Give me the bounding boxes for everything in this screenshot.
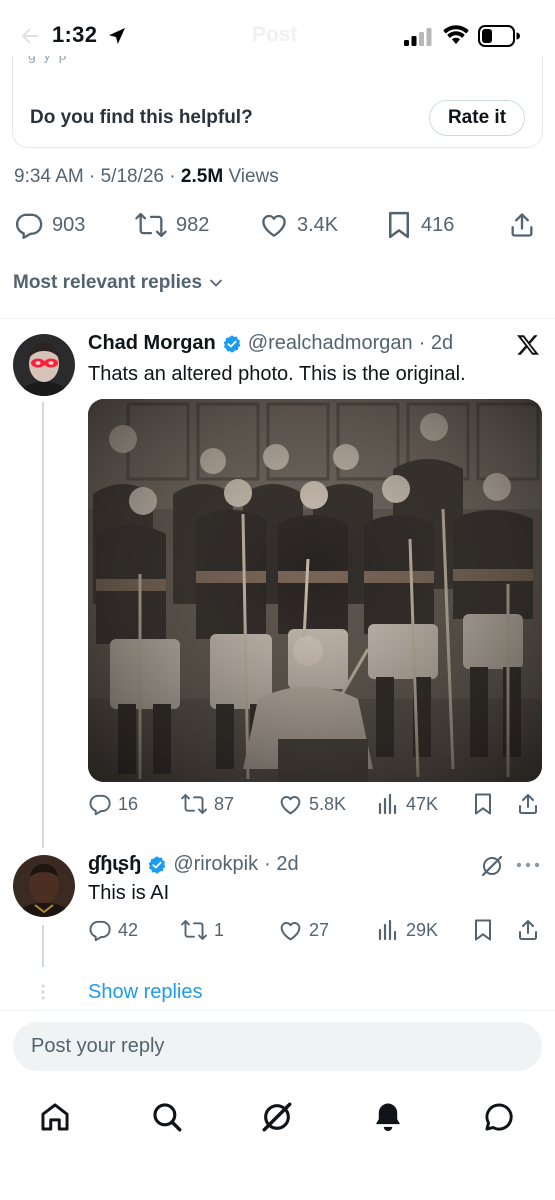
- post-like-count: 3.4K: [297, 213, 339, 236]
- repost-icon: [134, 210, 168, 240]
- reply-icon: [88, 918, 112, 942]
- post-reply-count: 903: [52, 213, 86, 236]
- reply-icon: [14, 210, 44, 240]
- post-date: 5/18/26: [100, 166, 165, 187]
- reply-icon: [88, 792, 112, 816]
- author-handle[interactable]: @realchadmorgan: [248, 332, 413, 355]
- repost-icon: [180, 792, 208, 816]
- post-time: 9:34 AM: [14, 166, 84, 187]
- verified-badge-icon: [147, 855, 167, 875]
- reply-button[interactable]: 16: [88, 792, 138, 816]
- share-icon: [516, 918, 540, 942]
- like-button[interactable]: 27: [278, 918, 329, 943]
- post-meta: 9:34 AM · 5/18/26 · 2.5M Views: [14, 166, 279, 187]
- views-icon: [376, 918, 400, 942]
- share-icon: [508, 210, 536, 240]
- status-time: 1:32: [52, 22, 98, 47]
- more-icon[interactable]: [516, 862, 540, 868]
- repost-count: 1: [214, 919, 225, 940]
- bookmark-button[interactable]: [472, 918, 494, 942]
- reply-placeholder: Post your reply: [31, 1035, 165, 1057]
- reply-header: Chad Morgan @realchadmorgan · 2d: [88, 332, 453, 355]
- bookmark-icon: [385, 210, 413, 240]
- divider: [0, 1010, 555, 1011]
- replies-sort-dropdown[interactable]: Most relevant replies: [13, 272, 223, 294]
- chevron-down-icon: [209, 278, 223, 288]
- post-share-button[interactable]: [508, 210, 536, 240]
- avatar[interactable]: [13, 855, 75, 917]
- x-logo-icon[interactable]: [516, 333, 540, 357]
- post-reply-button[interactable]: 903: [14, 210, 85, 240]
- post-repost-button[interactable]: 982: [134, 210, 209, 240]
- post-age: · 2d: [264, 853, 299, 875]
- reply-count: 16: [118, 793, 139, 814]
- sort-label: Most relevant replies: [13, 272, 203, 293]
- author-handle[interactable]: @rirokpik: [173, 853, 258, 876]
- back-arrow-icon[interactable]: [18, 24, 42, 48]
- reply-button[interactable]: 42: [88, 918, 138, 942]
- verified-badge-icon: [222, 334, 242, 354]
- like-count: 27: [309, 920, 330, 940]
- reply-text: Thats an altered photo. This is the orig…: [88, 363, 466, 385]
- avatar[interactable]: [13, 334, 75, 396]
- share-button[interactable]: [516, 918, 540, 942]
- share-button[interactable]: [516, 792, 540, 816]
- thread-line: [42, 402, 44, 848]
- author-name[interactable]: Chad Morgan: [88, 332, 216, 355]
- post-views-label: Views: [228, 166, 279, 187]
- views-button[interactable]: 29K: [376, 918, 438, 942]
- bookmark-icon: [472, 792, 494, 816]
- post-bookmark-button[interactable]: 416: [385, 210, 454, 240]
- repost-count: 87: [214, 793, 235, 814]
- signal-icon: [404, 28, 434, 46]
- helpful-question: Do you find this helpful?: [30, 107, 253, 128]
- views-count: 29K: [406, 919, 439, 940]
- like-count: 5.8K: [309, 794, 347, 814]
- reply-photo[interactable]: [88, 399, 542, 782]
- show-replies-link[interactable]: Show replies: [88, 981, 203, 1004]
- repost-icon: [180, 918, 208, 942]
- grok-icon[interactable]: [260, 1100, 294, 1134]
- reply-header: ɠɧɩʂɧ @rirokpik · 2d: [88, 853, 299, 876]
- rate-it-button[interactable]: Rate it: [429, 100, 525, 136]
- battery-icon: [478, 25, 520, 47]
- post-like-button[interactable]: 3.4K: [259, 210, 338, 240]
- thread-line: [42, 925, 44, 967]
- search-icon[interactable]: [150, 1100, 184, 1134]
- cut-off-text: g y p: [28, 56, 198, 64]
- author-name[interactable]: ɠɧɩʂɧ: [88, 853, 141, 876]
- repost-button[interactable]: 1: [180, 918, 224, 942]
- thread-dots-icon: [41, 984, 45, 1000]
- like-icon: [278, 792, 303, 817]
- like-icon: [278, 918, 303, 943]
- notifications-icon[interactable]: [371, 1100, 405, 1134]
- post-views-count: 2.5M: [180, 166, 224, 187]
- messages-icon[interactable]: [482, 1100, 516, 1134]
- views-button[interactable]: 47K: [376, 792, 438, 816]
- post-bookmark-count: 416: [421, 213, 455, 236]
- views-count: 47K: [406, 793, 439, 814]
- grok-icon[interactable]: [480, 854, 504, 878]
- reply-count: 42: [118, 919, 139, 940]
- like-button[interactable]: 5.8K: [278, 792, 346, 817]
- wifi-icon: [443, 25, 469, 45]
- bookmark-icon: [472, 918, 494, 942]
- home-icon[interactable]: [38, 1100, 72, 1134]
- header-title: Post: [252, 23, 298, 46]
- bookmark-button[interactable]: [472, 792, 494, 816]
- share-icon: [516, 792, 540, 816]
- location-arrow-icon: [107, 26, 127, 46]
- like-icon: [259, 210, 289, 240]
- post-age: · 2d: [418, 332, 454, 354]
- views-icon: [376, 792, 400, 816]
- post-repost-count: 982: [176, 213, 210, 236]
- reply-text: This is AI: [88, 882, 170, 904]
- repost-button[interactable]: 87: [180, 792, 234, 816]
- divider: [0, 318, 555, 319]
